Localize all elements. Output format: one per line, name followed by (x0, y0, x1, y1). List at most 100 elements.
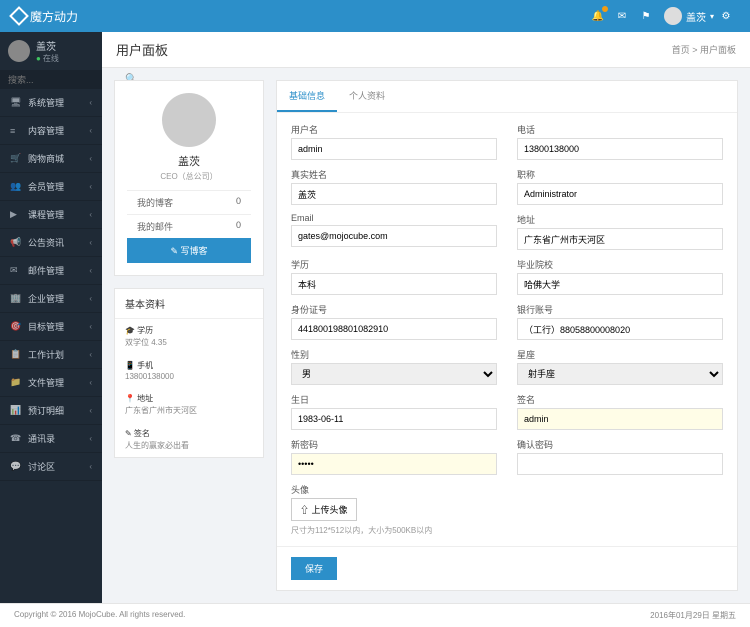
input-education[interactable] (291, 273, 497, 295)
input-email[interactable] (291, 225, 497, 247)
sidebar-item-12[interactable]: ☎通讯录‹ (0, 425, 102, 453)
stat-value: 0 (236, 196, 241, 209)
sidebar-status: 在线 (36, 53, 59, 64)
label-email: Email (291, 213, 497, 223)
page-title: 用户面板 (116, 40, 672, 59)
chevron-left-icon: ‹ (89, 350, 92, 359)
cube-icon (9, 6, 29, 26)
label-birthday: 生日 (291, 393, 497, 406)
stat-row-1[interactable]: 我的邮件 0 (127, 214, 251, 238)
chevron-left-icon: ‹ (89, 182, 92, 191)
sidebar-item-3[interactable]: 👥会员管理‹ (0, 173, 102, 201)
input-school[interactable] (517, 273, 723, 295)
menu-label: 通讯录 (28, 432, 55, 445)
menu-label: 邮件管理 (28, 264, 64, 277)
menu-icon: 👥 (10, 181, 22, 192)
footer-copyright: Copyright © 2016 MojoCube. All rights re… (14, 610, 185, 621)
menu-label: 企业管理 (28, 292, 64, 305)
stat-label: 我的邮件 (137, 220, 173, 233)
sidebar-item-4[interactable]: ▶课程管理‹ (0, 201, 102, 229)
tab-1[interactable]: 个人资料 (337, 81, 397, 112)
settings-icon[interactable]: ⚙ (714, 4, 738, 28)
sidebar-item-1[interactable]: ≡ 内容管理 ‹ (0, 117, 102, 145)
sidebar-avatar (8, 40, 30, 62)
info-item-0: 🎓 学历双学位 4.35 (115, 319, 263, 354)
sidebar-item-9[interactable]: 📋工作计划‹ (0, 341, 102, 369)
chevron-left-icon: ‹ (89, 238, 92, 247)
menu-icon: ☎ (10, 433, 22, 444)
breadcrumb-home[interactable]: 首页 (672, 45, 690, 55)
sidebar-item-10[interactable]: 📁文件管理‹ (0, 369, 102, 397)
profile-avatar (162, 93, 216, 147)
brand-logo[interactable]: 魔方动力 (12, 8, 78, 25)
input-username[interactable] (291, 138, 497, 160)
input-realname[interactable] (291, 183, 497, 205)
sidebar-item-5[interactable]: 📢公告资讯‹ (0, 229, 102, 257)
profile-name: 盖茨 (127, 153, 251, 169)
info-label: 📱 手机 (125, 360, 253, 371)
sidebar-username: 盖茨 (36, 38, 59, 53)
write-blog-button[interactable]: ✎ 写博客 (127, 238, 251, 263)
sidebar-item-0[interactable]: 🖥系统管理‹ (0, 89, 102, 117)
mail-icon[interactable]: ✉ (610, 4, 634, 28)
menu-label: 文件管理 (28, 376, 64, 389)
sidebar-item-7[interactable]: 🏢企业管理‹ (0, 285, 102, 313)
info-item-2: 📍 地址广东省广州市天河区 (115, 387, 263, 422)
menu-label: 预订明细 (28, 404, 64, 417)
upload-avatar-button[interactable]: ⇧ 上传头像 (291, 498, 357, 521)
top-header: 魔方动力 🔔 ✉ ⚑ 盖茨 ▾ ⚙ (0, 0, 750, 32)
header-avatar[interactable] (664, 7, 682, 25)
chevron-left-icon: ‹ (89, 154, 92, 163)
info-item-1: 📱 手机13800138000 (115, 354, 263, 387)
label-phone: 电话 (517, 123, 723, 136)
select-constellation[interactable]: 射手座 (517, 363, 723, 385)
info-label: ✎ 签名 (125, 428, 253, 439)
flag-icon[interactable]: ⚑ (634, 4, 658, 28)
sidebar-item-2[interactable]: 🛒购物商城‹ (0, 145, 102, 173)
input-signature[interactable] (517, 408, 723, 430)
input-bankcard[interactable] (517, 318, 723, 340)
stat-label: 我的博客 (137, 196, 173, 209)
menu-label: 系统管理 (28, 96, 64, 109)
chevron-left-icon: ‹ (89, 462, 92, 471)
brand-text: 魔方动力 (30, 8, 78, 25)
input-position[interactable] (517, 183, 723, 205)
select-gender[interactable]: 男 (291, 363, 497, 385)
menu-label: 工作计划 (28, 348, 64, 361)
breadcrumb-bar: 用户面板 首页 > 用户面板 (102, 32, 750, 68)
input-address[interactable] (517, 228, 723, 250)
stat-value: 0 (236, 220, 241, 233)
chevron-left-icon: ‹ (89, 406, 92, 415)
avatar-hint: 尺寸为112*512以内，大小为500KB以内 (291, 525, 723, 536)
menu-label: 公告资讯 (28, 236, 64, 249)
chevron-left-icon: ‹ (89, 126, 92, 135)
menu-icon: ≡ (10, 126, 22, 136)
chevron-left-icon: ‹ (89, 294, 92, 303)
menu-label: 内容管理 (28, 124, 64, 137)
input-idcard[interactable] (291, 318, 497, 340)
input-newpwd[interactable] (291, 453, 497, 475)
profile-role: CEO（总公司） (127, 171, 251, 182)
menu-label: 目标管理 (28, 320, 64, 333)
save-button[interactable]: 保存 (291, 557, 337, 580)
info-value: 广东省广州市天河区 (125, 405, 253, 416)
footer: Copyright © 2016 MojoCube. All rights re… (0, 603, 750, 627)
label-signature: 签名 (517, 393, 723, 406)
sidebar-item-8[interactable]: 🎯目标管理‹ (0, 313, 102, 341)
menu-icon: ✉ (10, 265, 22, 276)
input-birthday[interactable] (291, 408, 497, 430)
input-phone[interactable] (517, 138, 723, 160)
menu-icon: 📁 (10, 377, 22, 388)
input-confirmpwd[interactable] (517, 453, 723, 475)
stat-row-0[interactable]: 我的博客 0 (127, 190, 251, 214)
form-card: 基础信息个人资料 用户名 电话 真实姓名 职称 Email 地址 学历 毕业院校… (276, 80, 738, 591)
basic-info-card: 基本资料 🎓 学历双学位 4.35📱 手机13800138000📍 地址广东省广… (114, 288, 264, 458)
label-gender: 性别 (291, 348, 497, 361)
sidebar-item-13[interactable]: 💬讨论区‹ (0, 453, 102, 481)
chevron-left-icon: ‹ (89, 98, 92, 107)
menu-icon: 🎯 (10, 321, 22, 332)
notification-icon[interactable]: 🔔 (586, 4, 610, 28)
sidebar-item-6[interactable]: ✉邮件管理‹ (0, 257, 102, 285)
sidebar-item-11[interactable]: 📊预订明细‹ (0, 397, 102, 425)
tab-0[interactable]: 基础信息 (277, 81, 337, 112)
